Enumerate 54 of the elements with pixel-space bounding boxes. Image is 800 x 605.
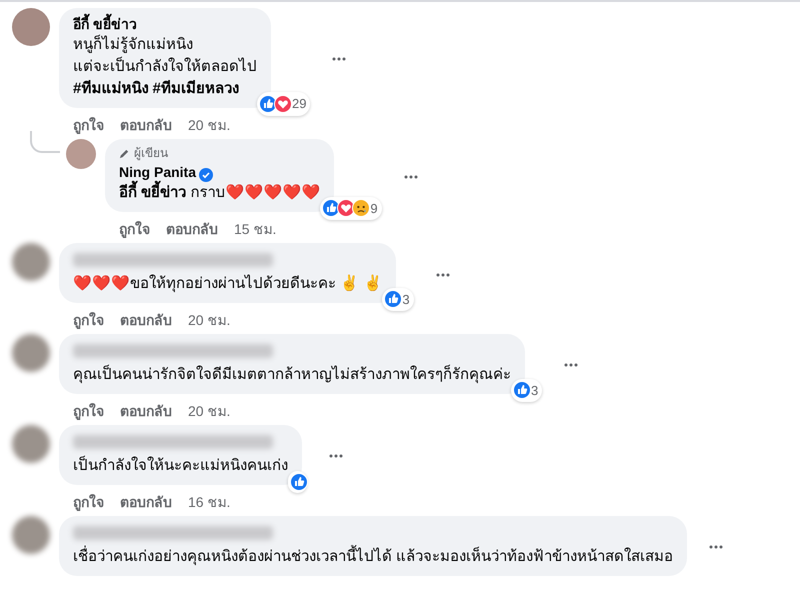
action-link[interactable]: ตอบกลับ [120,116,172,134]
like-reaction-icon [290,472,308,491]
reaction-count: 3 [402,290,410,309]
comment-time[interactable]: 16 ชม. [188,492,230,512]
sad-face-icon [352,199,370,218]
comment-text: คุณเป็นคนน่ารักจิตใจดีมีเมตตากล้าหาญไม่สร้างภาพใครๆก็รักคุณค่ะ [73,364,511,386]
pen-icon [119,148,130,159]
author-label: ผู้เขียน [134,144,168,162]
commenter-name[interactable]: Ning Panita [119,164,196,180]
more-dots-icon [404,174,418,179]
like-reaction-icon [513,381,531,400]
comment-text: ❤❤❤ขอให้ทุกอย่างผ่านไปด้วยดีนะคะ ✌ ✌ [73,274,382,294]
comment-time[interactable]: 15 ชม. [234,220,276,238]
blurred-avatar[interactable] [12,243,50,282]
action-link[interactable]: ถูกใจ [73,116,104,134]
avatar[interactable] [12,8,50,46]
action-link[interactable]: ตอบกลับ [120,311,172,330]
avatar[interactable] [66,138,96,169]
more-dots-icon [329,454,343,458]
comment-text: แต่จะเป็นกำลังใจให้ตลอดไป [73,56,257,78]
reaction-summary[interactable]: 3 [382,288,414,312]
blurred-avatar[interactable] [12,425,50,464]
more-dots-icon [436,272,450,277]
comment-time[interactable]: 20 ชม. [188,116,230,134]
more-dots-icon [709,545,724,550]
blurred-avatar[interactable] [12,334,50,372]
comment-text: #ทีมแม่หนิง #ทีมเมียหลวง [73,78,240,99]
action-link[interactable]: ถูกใจ [73,402,104,420]
comment-text: หนูก็ไม่รู้จักแม่หนิง [73,34,194,56]
action-link[interactable]: ตอบกลับ [166,220,218,238]
reaction-summary[interactable]: 29 [257,92,310,116]
comment-text: อีกี้ ขยี้ข่าว กราบ❤❤❤❤❤ [119,182,320,204]
commenter-name[interactable]: อีกี้ ขยี้ข่าว [73,16,137,32]
action-link[interactable]: ตอบกลับ [120,402,172,420]
like-reaction-icon [384,290,402,308]
reaction-summary[interactable]: 3 [511,378,542,402]
reaction-count: 29 [292,95,306,114]
action-link[interactable]: ตอบกลับ [120,492,172,512]
comment-text: เชื่อว่าคนเก่งอย่างคุณหนิงต้องผ่านช่วงเวลานี้ไปได้ แล้วจะมองเห็นว่าท้องฟ้าข้างหน้าสดใสเสมอ [73,546,674,568]
reaction-count: 9 [370,200,378,218]
comment-text: เป็นกำลังใจให้นะคะแม่หนิงคนเก่ง [73,455,288,476]
blurred-avatar[interactable] [12,516,50,554]
action-link[interactable]: ถูกใจ [73,311,104,330]
comment-time[interactable]: 20 ชม. [188,402,230,420]
heart-reaction-icon [274,94,292,113]
reaction-count: 3 [531,382,538,400]
comment-time[interactable]: 20 ชม. [188,311,230,330]
action-link[interactable]: ถูกใจ [73,492,104,512]
action-link[interactable]: ถูกใจ [119,220,150,238]
more-dots-icon [332,57,346,62]
reaction-summary[interactable] [288,470,307,493]
reply-thread-line [30,130,60,153]
reaction-summary[interactable]: 9 [320,196,382,220]
more-dots-icon [564,363,578,368]
